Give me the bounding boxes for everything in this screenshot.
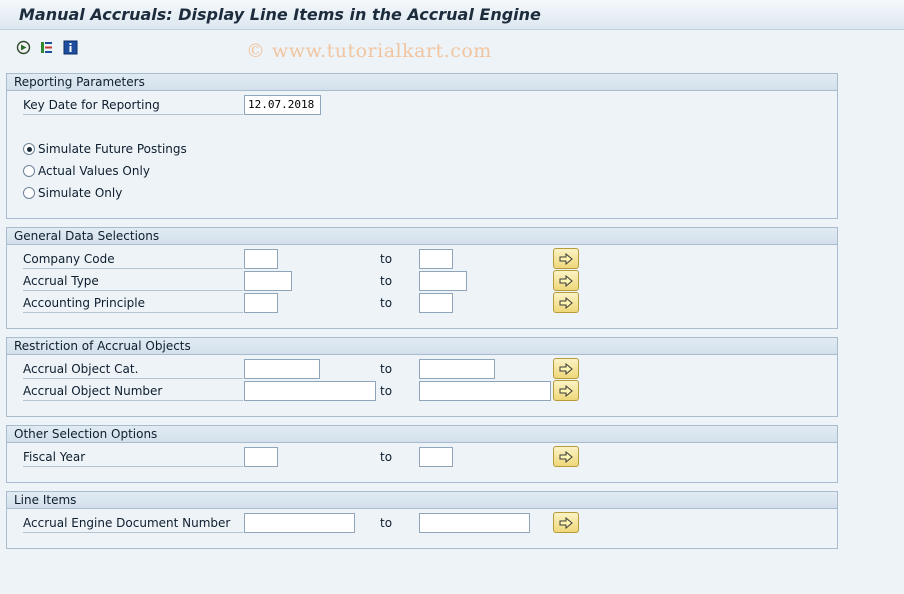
- page-title: Manual Accruals: Display Line Items in t…: [19, 5, 541, 24]
- other-selection-options-header: Other Selection Options: [7, 426, 837, 443]
- fiscal-year-to-label: to: [380, 450, 393, 464]
- accrual-type-from-field[interactable]: [244, 271, 292, 291]
- key-date-label: Key Date for Reporting: [23, 96, 243, 115]
- execute-icon[interactable]: [15, 39, 31, 55]
- line-items-header: Line Items: [7, 492, 837, 509]
- restriction-accrual-objects-box: Restriction of Accrual Objects Accrual O…: [6, 337, 838, 417]
- fiscal-year-multiple-selection-button[interactable]: [553, 446, 579, 467]
- radio-button[interactable]: [23, 165, 35, 177]
- accounting-principle-label: Accounting Principle: [23, 294, 243, 313]
- arrow-right-icon: [559, 252, 573, 265]
- radio-actual-values-only[interactable]: Actual Values Only: [23, 162, 150, 180]
- general-data-selections-box: General Data Selections Company Code to …: [6, 227, 838, 329]
- arrow-right-icon: [559, 296, 573, 309]
- fiscal-year-to-field[interactable]: [419, 447, 453, 467]
- other-selection-options-box: Other Selection Options Fiscal Year to: [6, 425, 838, 483]
- arrow-right-icon: [559, 362, 573, 375]
- restriction-accrual-objects-header: Restriction of Accrual Objects: [7, 338, 837, 355]
- radio-button-selected[interactable]: [23, 143, 35, 155]
- accrual-object-cat-to-field[interactable]: [419, 359, 495, 379]
- radio-button[interactable]: [23, 187, 35, 199]
- accrual-object-number-from-field[interactable]: [244, 381, 376, 401]
- watermark: © www.tutorialkart.com: [246, 40, 492, 62]
- right-margin: [838, 63, 904, 594]
- line-items-box: Line Items Accrual Engine Document Numbe…: [6, 491, 838, 549]
- company-code-label: Company Code: [23, 250, 243, 269]
- accrual-type-to-field[interactable]: [419, 271, 467, 291]
- info-icon[interactable]: [62, 39, 78, 55]
- accrual-engine-document-number-to-label: to: [380, 516, 393, 530]
- fiscal-year-from-field[interactable]: [244, 447, 278, 467]
- accounting-principle-to-label: to: [380, 296, 393, 310]
- accounting-principle-multiple-selection-button[interactable]: [553, 292, 579, 313]
- general-data-selections-header: General Data Selections: [7, 228, 837, 245]
- accrual-object-number-to-label: to: [380, 384, 393, 398]
- arrow-right-icon: [559, 450, 573, 463]
- fiscal-year-label: Fiscal Year: [23, 448, 243, 467]
- accrual-type-label: Accrual Type: [23, 272, 243, 291]
- accounting-principle-from-field[interactable]: [244, 293, 278, 313]
- radio-label: Simulate Future Postings: [38, 142, 187, 156]
- accrual-object-number-to-field[interactable]: [419, 381, 551, 401]
- title-bar: Manual Accruals: Display Line Items in t…: [0, 0, 904, 30]
- selection-options-icon[interactable]: [39, 39, 55, 55]
- accrual-type-to-label: to: [380, 274, 393, 288]
- accrual-engine-document-number-to-field[interactable]: [419, 513, 530, 533]
- accrual-engine-document-number-label: Accrual Engine Document Number: [23, 514, 243, 533]
- company-code-to-label: to: [380, 252, 393, 266]
- arrow-right-icon: [559, 274, 573, 287]
- accounting-principle-to-field[interactable]: [419, 293, 453, 313]
- application-toolbar: © www.tutorialkart.com: [0, 31, 904, 63]
- arrow-right-icon: [559, 516, 573, 529]
- company-code-from-field[interactable]: [244, 249, 278, 269]
- accrual-engine-document-number-from-field[interactable]: [244, 513, 355, 533]
- radio-simulate-future-postings[interactable]: Simulate Future Postings: [23, 140, 187, 158]
- radio-simulate-only[interactable]: Simulate Only: [23, 184, 122, 202]
- key-date-field[interactable]: 12.07.2018: [244, 95, 321, 115]
- accrual-object-number-multiple-selection-button[interactable]: [553, 380, 579, 401]
- radio-label: Actual Values Only: [38, 164, 150, 178]
- company-code-multiple-selection-button[interactable]: [553, 248, 579, 269]
- accrual-object-cat-label: Accrual Object Cat.: [23, 360, 243, 379]
- radio-label: Simulate Only: [38, 186, 123, 200]
- accrual-engine-document-number-multiple-selection-button[interactable]: [553, 512, 579, 533]
- accrual-object-cat-to-label: to: [380, 362, 393, 376]
- reporting-parameters-box: Reporting Parameters Key Date for Report…: [6, 73, 838, 219]
- reporting-parameters-header: Reporting Parameters: [7, 74, 837, 91]
- arrow-right-icon: [559, 384, 573, 397]
- company-code-to-field[interactable]: [419, 249, 453, 269]
- accrual-object-cat-multiple-selection-button[interactable]: [553, 358, 579, 379]
- accrual-object-number-label: Accrual Object Number: [23, 382, 243, 401]
- accrual-type-multiple-selection-button[interactable]: [553, 270, 579, 291]
- accrual-object-cat-from-field[interactable]: [244, 359, 320, 379]
